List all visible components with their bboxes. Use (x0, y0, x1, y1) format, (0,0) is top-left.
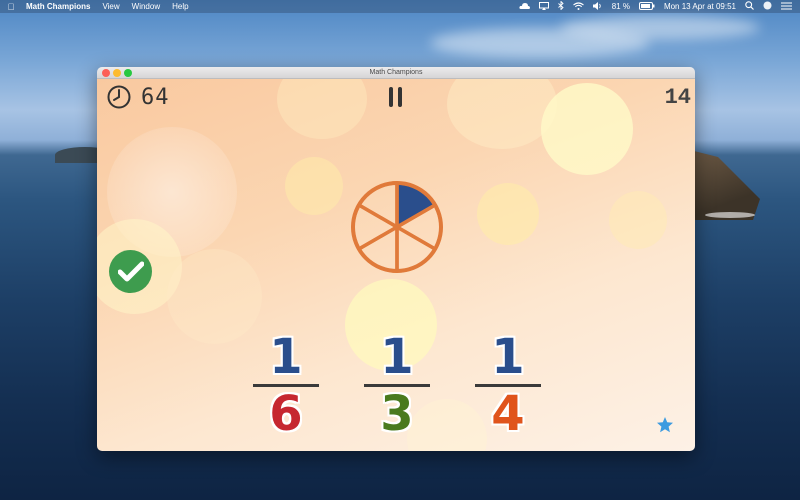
menu-item-help[interactable]: Help (172, 2, 188, 11)
bokeh-circle (447, 79, 557, 149)
desktop-cloud (560, 15, 760, 40)
pie-slice (395, 225, 437, 273)
pause-icon-bar (398, 87, 402, 107)
fraction-option-3[interactable]: 1 4 (473, 333, 543, 438)
check-icon (118, 261, 144, 282)
check-answer-button[interactable] (109, 250, 152, 293)
pie-slice (351, 203, 399, 251)
score-value: 14 (664, 85, 691, 110)
battery-percent[interactable]: 81 % (612, 2, 630, 11)
bluetooth-icon[interactable] (557, 0, 564, 12)
bokeh-circle (541, 83, 633, 175)
window-titlebar[interactable]: Math Champions (97, 67, 695, 79)
battery-icon[interactable] (638, 1, 655, 12)
menubar-clock[interactable]: Mon 13 Apr at 09:51 (664, 2, 736, 11)
pause-button[interactable] (389, 87, 403, 107)
control-center-icon[interactable] (781, 2, 792, 12)
menu-bar:  Math Champions View Window Help 81 % M… (0, 0, 800, 13)
bokeh-circle (277, 79, 367, 139)
fraction-denominator: 4 (491, 386, 525, 442)
fraction-denominator: 6 (269, 386, 303, 442)
wifi-icon[interactable] (572, 1, 584, 12)
app-window: Math Champions 64 14 1 6 1 3 1 4 (97, 67, 695, 451)
fraction-numerator: 1 (269, 329, 303, 385)
cloud-status-icon[interactable] (519, 2, 530, 12)
airplay-icon[interactable] (538, 1, 549, 12)
bokeh-circle (167, 249, 262, 344)
fraction-option-2[interactable]: 1 3 (362, 333, 432, 438)
pause-icon-bar (389, 87, 393, 107)
pie-slice (357, 225, 399, 273)
menu-item-window[interactable]: Window (132, 2, 160, 11)
pie-slice-shaded (395, 181, 437, 229)
fraction-pie (351, 181, 443, 273)
menu-app-name[interactable]: Math Champions (26, 2, 90, 11)
clock-icon (107, 85, 131, 109)
desktop-foam (705, 212, 755, 218)
window-title: Math Champions (369, 69, 423, 76)
pie-slice (357, 181, 399, 229)
bokeh-circle (285, 157, 343, 215)
fraction-numerator: 1 (491, 329, 525, 385)
fraction-denominator: 3 (380, 386, 414, 442)
volume-icon[interactable] (592, 1, 603, 12)
spotlight-search-icon[interactable] (745, 1, 754, 12)
bokeh-circle (477, 183, 539, 245)
apple-menu-icon[interactable]:  (0, 2, 22, 12)
fraction-numerator: 1 (380, 329, 414, 385)
bokeh-circle (609, 191, 667, 249)
fraction-option-1[interactable]: 1 6 (251, 333, 321, 438)
menu-item-view[interactable]: View (102, 2, 119, 11)
desktop-island (690, 150, 760, 220)
game-area: 64 14 1 6 1 3 1 4 (97, 79, 695, 451)
timer-value: 64 (141, 85, 170, 110)
siri-icon[interactable] (763, 1, 772, 12)
star-icon[interactable] (656, 416, 674, 434)
